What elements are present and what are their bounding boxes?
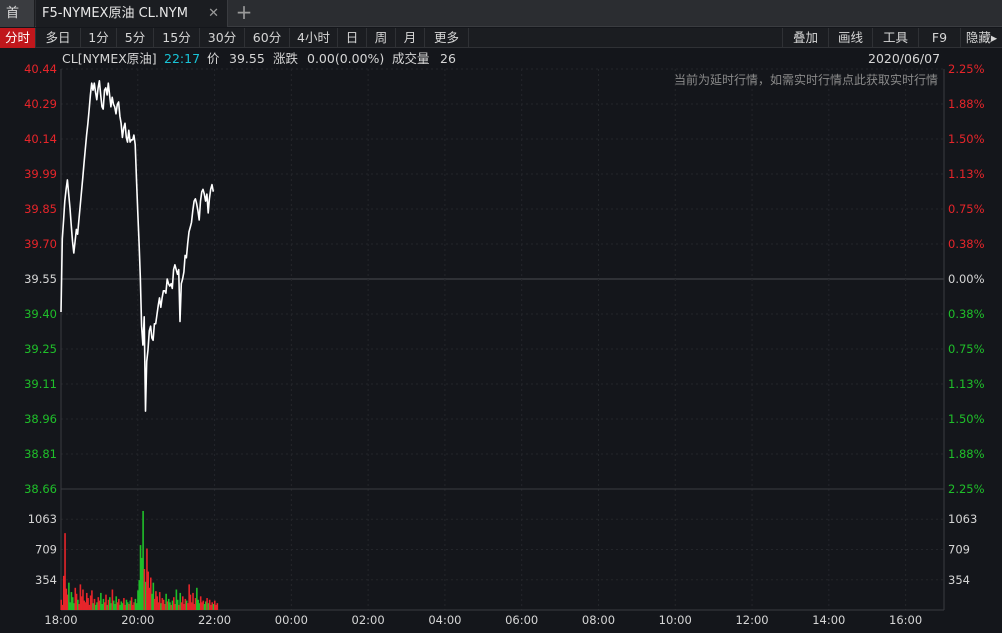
price-tick-label: 39.70 xyxy=(24,237,57,251)
percent-tick-label: 1.13% xyxy=(948,167,985,181)
volume-tick-label-right: 354 xyxy=(948,573,970,587)
price-tick-label: 40.29 xyxy=(24,97,57,111)
time-tick-label: 20:00 xyxy=(121,613,154,627)
volume-tick-label-right: 1063 xyxy=(948,512,977,526)
price-tick-label: 40.44 xyxy=(24,62,57,76)
time-tick-label: 08:00 xyxy=(582,613,615,627)
price-tick-label: 39.99 xyxy=(24,167,57,181)
time-tick-label: 00:00 xyxy=(275,613,308,627)
price-tick-label: 39.11 xyxy=(24,377,57,391)
price-tick-label: 39.40 xyxy=(24,307,57,321)
percent-tick-label: 0.75% xyxy=(948,342,985,356)
percent-tick-label: 2.25% xyxy=(948,62,985,76)
time-tick-label: 04:00 xyxy=(428,613,461,627)
time-tick-label: 12:00 xyxy=(735,613,768,627)
delay-notice[interactable]: 当前为延时行情，如需实时行情点此获取实时行情 xyxy=(674,72,938,87)
percent-tick-label: 1.50% xyxy=(948,132,985,146)
plot-area xyxy=(61,69,944,610)
percent-tick-label: 1.13% xyxy=(948,377,985,391)
percent-tick-label: 0.75% xyxy=(948,202,985,216)
price-tick-label: 39.85 xyxy=(24,202,57,216)
time-tick-label: 10:00 xyxy=(659,613,692,627)
percent-tick-label: 1.50% xyxy=(948,412,985,426)
percent-tick-label: 0.38% xyxy=(948,307,985,321)
percent-tick-label: 2.25% xyxy=(948,482,985,496)
time-tick-label: 06:00 xyxy=(505,613,538,627)
time-tick-label: 16:00 xyxy=(889,613,922,627)
volume-bar xyxy=(216,603,219,610)
price-tick-label: 40.14 xyxy=(24,132,57,146)
percent-tick-label: 0.00% xyxy=(948,272,985,286)
time-tick-label: 02:00 xyxy=(352,613,385,627)
time-tick-label: 14:00 xyxy=(812,613,845,627)
percent-tick-label: 1.88% xyxy=(948,97,985,111)
volume-tick-label-right: 709 xyxy=(948,542,970,556)
price-tick-label: 39.55 xyxy=(24,272,57,286)
volume-tick-label: 709 xyxy=(35,542,57,556)
intraday-chart[interactable]: 40.44 2.25% 40.29 1.88% 40.14 1.50% 39.99 1.13%… xyxy=(0,0,1002,633)
volume-tick-label: 354 xyxy=(35,573,57,587)
price-tick-label: 38.96 xyxy=(24,412,57,426)
percent-tick-label: 0.38% xyxy=(948,237,985,251)
time-tick-label: 22:00 xyxy=(198,613,231,627)
volume-tick-label: 1063 xyxy=(28,512,57,526)
time-tick-label: 18:00 xyxy=(44,613,77,627)
price-tick-label: 38.66 xyxy=(24,482,57,496)
percent-tick-label: 1.88% xyxy=(948,447,985,461)
price-tick-label: 39.25 xyxy=(24,342,57,356)
price-tick-label: 38.81 xyxy=(24,447,57,461)
